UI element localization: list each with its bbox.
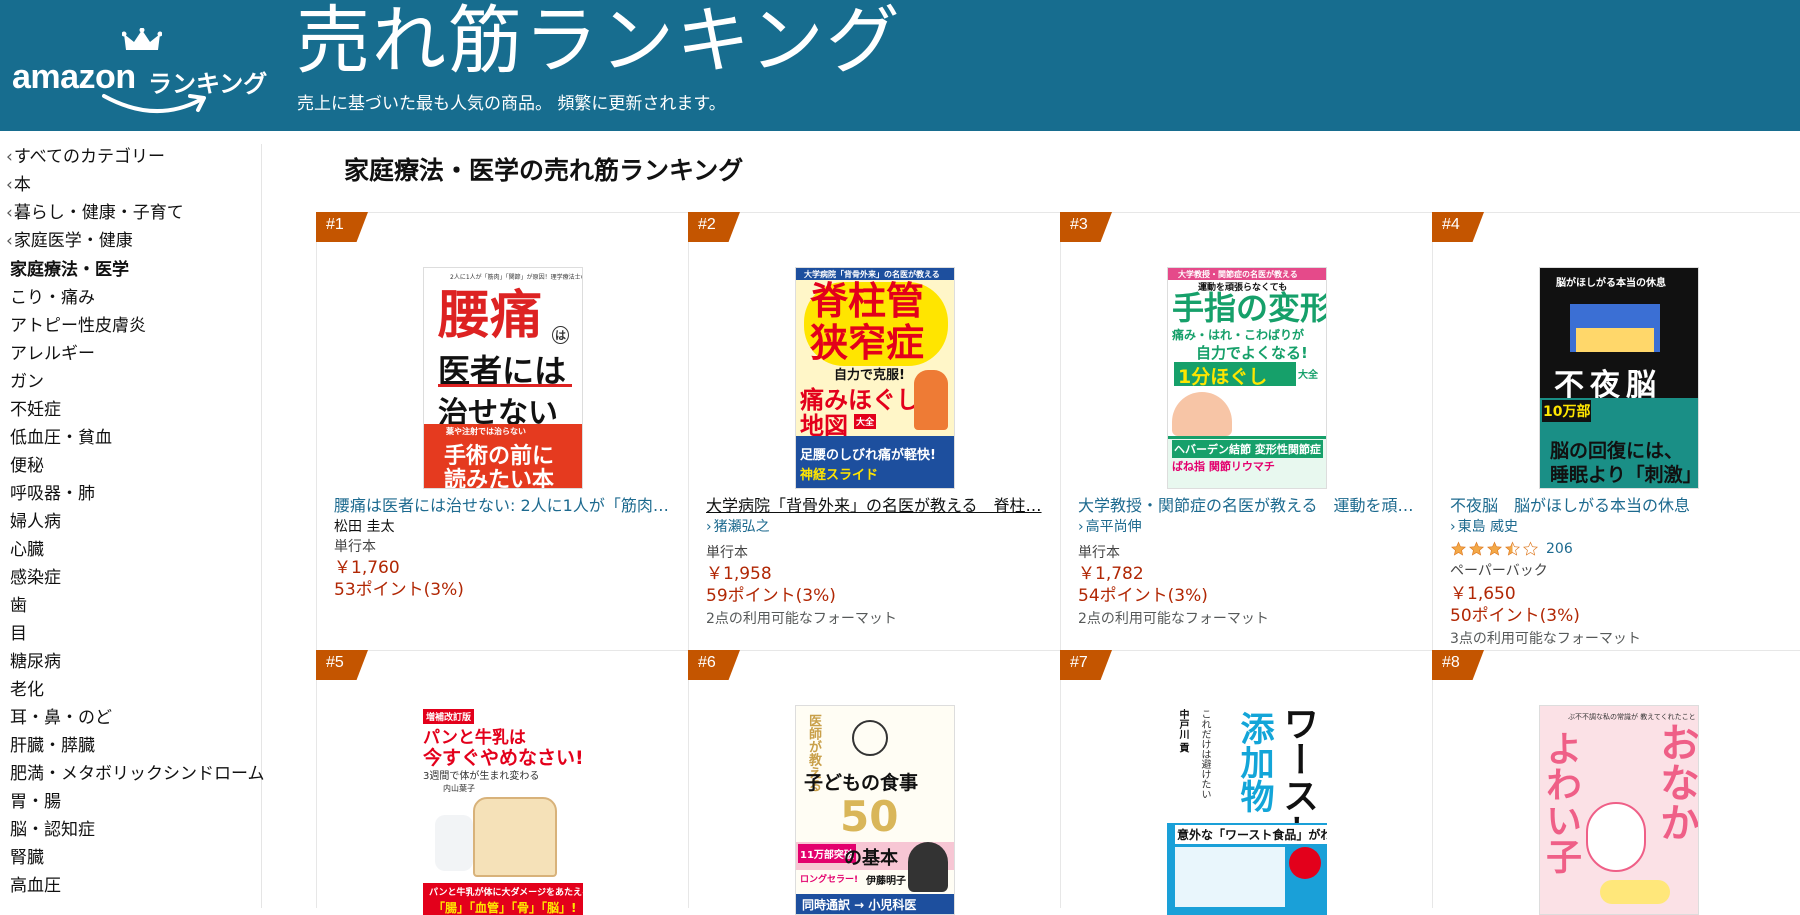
product-title-link[interactable]: 腰痛は医者には治せない: 2人に1人が「筋肉…: [334, 495, 679, 517]
sidebar-item[interactable]: 感染症: [10, 567, 61, 589]
product-card: #5 増補改訂版 パンと牛乳は 今すぐやめなさい! 3週間で体が生まれ変わる 内…: [316, 650, 688, 915]
product-card: #7 中戸川 貢 これだけは避けたい 添加物 ワースト 意外な「ワースト食品」が…: [1060, 650, 1432, 915]
rank-badge: #8: [1432, 650, 1484, 680]
product-card: #1 2人に1人が「筋肉」「関節」が原因！理学療法士の神ワザ治療 腰痛 は 医者…: [316, 212, 688, 650]
sidebar-item[interactable]: 婦人病: [10, 511, 61, 533]
ranking-grid: #1 2人に1人が「筋肉」「関節」が原因！理学療法士の神ワザ治療 腰痛 は 医者…: [316, 212, 1800, 915]
rank-badge: #3: [1060, 212, 1112, 242]
page-heading: 売れ筋ランキング: [296, 0, 902, 84]
sidebar-item[interactable]: 老化: [10, 679, 44, 701]
ranking-header: amazon ランキング 売れ筋ランキング 売上に基づいた最も人気の商品。 頻繁…: [0, 0, 1800, 131]
sidebar-item[interactable]: アトピー性皮膚炎: [10, 315, 146, 337]
sidebar-item[interactable]: 心臓: [10, 539, 44, 561]
amazon-ranking-logo[interactable]: amazon ランキング: [12, 28, 282, 118]
star-full-icon: [1487, 541, 1502, 556]
product-title-link[interactable]: 大学教授・関節症の名医が教える 運動を頑…: [1078, 495, 1423, 517]
sidebar-item[interactable]: 肥満・メタボリックシンドローム: [10, 763, 265, 785]
sidebar-item[interactable]: アレルギー: [10, 343, 95, 365]
sidebar-item[interactable]: 歯: [10, 595, 27, 617]
product-price: ￥1,782: [1078, 564, 1144, 584]
product-format-availability[interactable]: 2点の利用可能なフォーマット: [706, 609, 897, 629]
star-half-icon: [1505, 541, 1520, 556]
product-author-link[interactable]: 高平尚伸: [1078, 517, 1142, 537]
product-author-link[interactable]: 東島 威史: [1450, 517, 1518, 537]
sidebar-item-current: 家庭療法・医学: [10, 260, 129, 280]
sidebar-item[interactable]: 高血圧: [10, 875, 61, 897]
product-card: #2 大学病院「背骨外来」の名医が教える 脊柱管 狭窄症 自力で克服! 痛みほぐ…: [688, 212, 1060, 650]
product-author: 松田 圭太: [334, 519, 395, 535]
product-cover-image[interactable]: 2人に1人が「筋肉」「関節」が原因！理学療法士の神ワザ治療 腰痛 は 医者には …: [423, 267, 583, 489]
rating-stars[interactable]: 206: [1450, 539, 1573, 559]
product-card: #8 ぶ不不調な私の常識が 教えてくれたこと おなか よわい子: [1432, 650, 1800, 915]
sidebar-item[interactable]: 腎臓: [10, 847, 44, 869]
crown-icon: [122, 28, 162, 50]
star-full-icon: [1451, 541, 1466, 556]
product-card: #4 脳がほしがる本当の休息 不夜脳 10万部 脳の回復には、 睡眠より「刺激」…: [1432, 212, 1800, 650]
sidebar-item[interactable]: 不妊症: [10, 399, 61, 421]
product-points: 59ポイント(3%): [706, 586, 836, 606]
sidebar-item[interactable]: 胃・腸: [10, 791, 61, 813]
category-sidebar: すべてのカテゴリー 本 暮らし・健康・子育て 家庭医学・健康 家庭療法・医学 こ…: [0, 144, 265, 908]
product-price: ￥1,958: [706, 564, 772, 584]
star-full-icon: [1469, 541, 1484, 556]
product-cover-image[interactable]: 脳がほしがる本当の休息 不夜脳 10万部 脳の回復には、 睡眠より「刺激」: [1539, 267, 1699, 489]
product-format-availability[interactable]: 3点の利用可能なフォーマット: [1450, 629, 1641, 649]
product-card: #3 大学教授・関節症の名医が教える 運動を頑張らなくても 手指の変形 痛み・は…: [1060, 212, 1432, 650]
sidebar-item-books[interactable]: 本: [6, 174, 31, 196]
rank-badge: #5: [316, 650, 368, 680]
sidebar-item[interactable]: 呼吸器・肺: [10, 483, 95, 505]
rating-count[interactable]: 206: [1546, 541, 1573, 557]
product-points: 54ポイント(3%): [1078, 586, 1208, 606]
sidebar-item[interactable]: 耳・鼻・のど: [10, 707, 112, 729]
rank-badge: #4: [1432, 212, 1484, 242]
product-points: 50ポイント(3%): [1450, 606, 1580, 626]
smile-arrow-icon: [102, 94, 206, 114]
product-format: 単行本: [334, 539, 376, 555]
sidebar-item-living-health[interactable]: 暮らし・健康・子育て: [6, 202, 184, 224]
product-format: ペーパーバック: [1450, 563, 1548, 579]
product-price: ￥1,760: [334, 558, 400, 578]
sidebar-item[interactable]: ガン: [10, 371, 44, 393]
sidebar-item-home-medicine[interactable]: 家庭医学・健康: [6, 230, 133, 252]
sidebar-item[interactable]: 便秘: [10, 455, 44, 477]
sidebar-item[interactable]: 脳・認知症: [10, 819, 95, 841]
section-title: 家庭療法・医学の売れ筋ランキング: [344, 156, 744, 185]
sidebar-item[interactable]: 肝臓・膵臓: [10, 735, 95, 757]
product-cover-image[interactable]: 大学教授・関節症の名医が教える 運動を頑張らなくても 手指の変形 痛み・はれ・こ…: [1167, 267, 1327, 489]
product-cover-image[interactable]: 医師が教える 子どもの食事 50 11万部突破 の基本 ロングセラー! 伊藤明子…: [795, 705, 955, 915]
product-title-link[interactable]: 大学病院「背骨外来」の名医が教える 脊柱…: [706, 495, 1051, 517]
sidebar-item[interactable]: こり・痛み: [10, 287, 95, 309]
product-format: 単行本: [706, 545, 748, 561]
page-subheading: 売上に基づいた最も人気の商品。 頻繁に更新されます。: [297, 94, 726, 114]
product-author-link[interactable]: 猪瀬弘之: [706, 517, 770, 537]
product-format-availability[interactable]: 2点の利用可能なフォーマット: [1078, 609, 1269, 629]
sidebar-item[interactable]: 目: [10, 623, 27, 645]
rank-badge: #7: [1060, 650, 1112, 680]
product-cover-image[interactable]: 大学病院「背骨外来」の名医が教える 脊柱管 狭窄症 自力で克服! 痛みほぐし 地…: [795, 267, 955, 489]
sidebar-item[interactable]: 糖尿病: [10, 651, 61, 673]
product-points: 53ポイント(3%): [334, 580, 464, 600]
product-cover-image[interactable]: 中戸川 貢 これだけは避けたい 添加物 ワースト 意外な「ワースト食品」がわかる…: [1167, 705, 1327, 915]
rank-badge: #1: [316, 212, 368, 242]
product-price: ￥1,650: [1450, 584, 1516, 604]
star-empty-icon: [1523, 541, 1538, 556]
product-cover-image[interactable]: 増補改訂版 パンと牛乳は 今すぐやめなさい! 3週間で体が生まれ変わる 内山葉子…: [423, 705, 583, 915]
sidebar-item-all-categories[interactable]: すべてのカテゴリー: [6, 146, 165, 168]
sidebar-item[interactable]: 低血圧・貧血: [10, 427, 112, 449]
product-title-link[interactable]: 不夜脳 脳がほしがる本当の休息: [1450, 495, 1795, 517]
product-card: #6 医師が教える 子どもの食事 50 11万部突破 の基本 ロングセラー! 伊…: [688, 650, 1060, 915]
product-cover-image[interactable]: ぶ不不調な私の常識が 教えてくれたこと おなか よわい子: [1539, 705, 1699, 915]
product-format: 単行本: [1078, 545, 1120, 561]
rank-badge: #2: [688, 212, 740, 242]
rank-badge: #6: [688, 650, 740, 680]
